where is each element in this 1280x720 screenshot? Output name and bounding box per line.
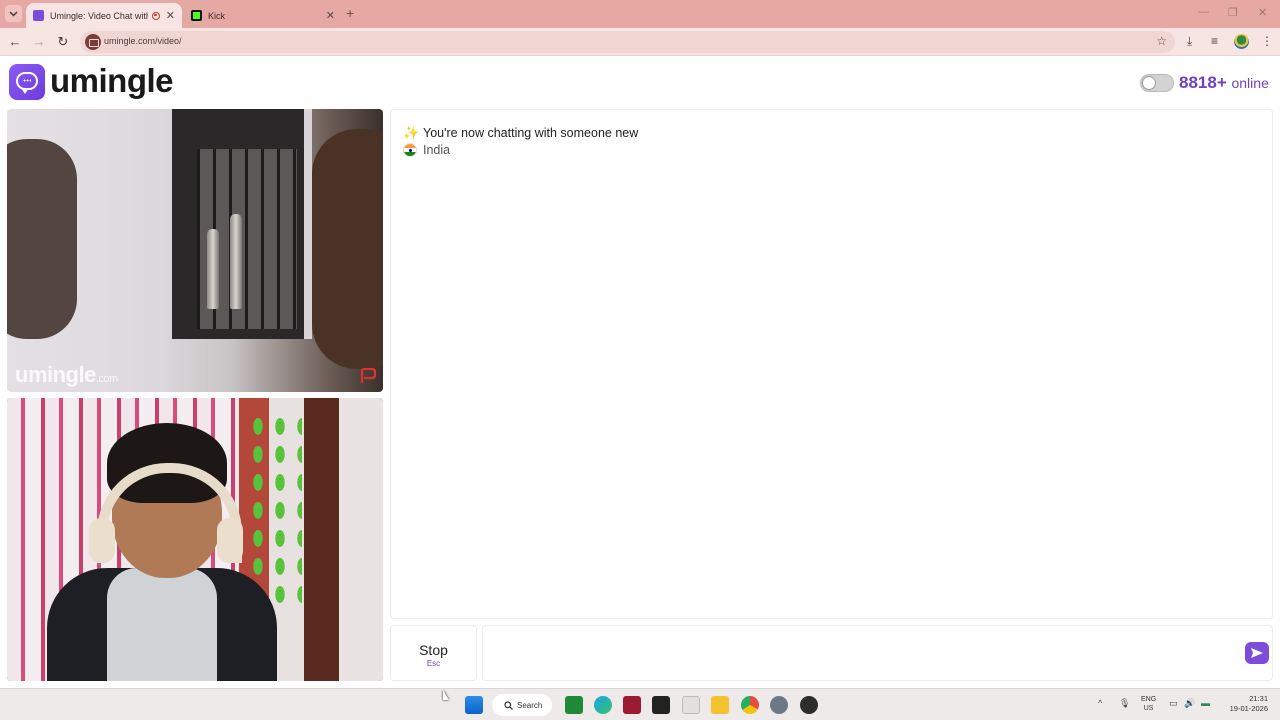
online-count-label: online [1231, 75, 1269, 91]
system-message-text: You're now chatting with someone new [423, 126, 639, 140]
language-indicator[interactable]: ENG US [1141, 695, 1156, 713]
notepad-icon[interactable] [682, 696, 700, 714]
os-taskbar: Search ^ 🎙 ENG US ▭ 🔊 ▬ 21:31 19-01-2026 [0, 688, 1280, 720]
send-button[interactable] [1245, 642, 1269, 664]
taskbar-search-label: Search [517, 700, 543, 710]
chat-log: ✨ You're now chatting with someone new I… [390, 109, 1273, 619]
tab-search-button[interactable] [5, 5, 22, 22]
chrome-icon[interactable] [741, 696, 759, 714]
new-tab-plus-icon[interactable]: + [346, 5, 354, 21]
stranger-video: umingle.com [7, 109, 383, 392]
recording-indicator-icon [151, 11, 160, 20]
browser-tabstrip: Umingle: Video Chat with S ✕ Kick ✕ + — … [0, 0, 1280, 28]
stranger-country-text: India [423, 143, 451, 157]
umingle-watermark: umingle.com [15, 362, 118, 387]
site-logo-text[interactable]: umingle [50, 62, 174, 100]
file-explorer-icon[interactable] [711, 696, 729, 714]
tab-umingle[interactable]: Umingle: Video Chat with S ✕ [26, 3, 182, 28]
stranger-country: India [403, 143, 450, 157]
tab-title: Kick [208, 10, 226, 21]
profile-avatar[interactable] [1234, 34, 1249, 49]
stop-button[interactable]: Stop Esc [390, 625, 477, 681]
volume-icon[interactable]: 🔊 [1184, 698, 1195, 709]
close-window-icon[interactable]: ✕ [1258, 6, 1267, 19]
mouse-cursor-icon [443, 690, 449, 700]
stop-shortcut-hint: Esc [426, 659, 441, 668]
site-info-icon[interactable] [85, 34, 101, 50]
chevron-down-icon [9, 10, 18, 17]
taskbar-search[interactable]: Search [492, 694, 552, 716]
media-controls-icon[interactable]: ≡ [1211, 34, 1218, 48]
search-icon [504, 700, 513, 710]
browser-toolbar: ← → ↻ umingle.com/video/ ☆ ⤓ ≡ ⋮ [0, 28, 1280, 56]
app-icon[interactable] [800, 696, 818, 714]
tab-title: Umingle: Video Chat with S [50, 10, 148, 21]
reload-icon[interactable]: ↻ [55, 34, 71, 50]
app-icon[interactable] [623, 696, 641, 714]
sparkle-icon: ✨ [403, 125, 420, 140]
edge-icon[interactable] [594, 696, 612, 714]
epic-games-icon[interactable] [652, 696, 670, 714]
close-tab-icon[interactable]: ✕ [166, 9, 175, 22]
download-icon[interactable]: ⤓ [1187, 34, 1192, 49]
microphone-icon[interactable]: 🎙 [1119, 698, 1130, 709]
bookmark-star-icon[interactable]: ☆ [1156, 34, 1167, 48]
kick-favicon-icon [191, 10, 202, 21]
taskbar-clock[interactable]: 21:31 19-01-2026 [1226, 694, 1268, 714]
back-arrow-icon[interactable]: ← [7, 34, 23, 50]
message-input[interactable] [482, 625, 1273, 681]
minimize-icon[interactable]: — [1198, 6, 1209, 18]
forward-arrow-icon[interactable]: → [31, 34, 47, 50]
umingle-logo-icon[interactable] [9, 64, 45, 100]
settings-gear-icon[interactable] [770, 696, 788, 714]
send-arrow-icon [1251, 648, 1263, 658]
india-flag-icon [403, 143, 417, 157]
battery-icon[interactable]: ▬ [1201, 698, 1210, 708]
close-tab-icon[interactable]: ✕ [326, 9, 335, 22]
self-video [7, 398, 383, 681]
network-icon[interactable]: ▭ [1169, 698, 1178, 709]
url-text: umingle.com/video/ [104, 36, 182, 46]
theme-toggle[interactable] [1140, 74, 1174, 92]
xbox-icon[interactable] [565, 696, 583, 714]
umingle-favicon-icon [33, 10, 44, 21]
stop-button-label: Stop [419, 642, 448, 658]
address-bar[interactable]: umingle.com/video/ ☆ [80, 31, 1175, 53]
online-count: 8818+ online [1179, 73, 1269, 93]
report-flag-icon[interactable] [359, 368, 377, 384]
system-message: ✨ You're now chatting with someone new [403, 125, 638, 141]
maximize-icon[interactable]: ❐ [1228, 6, 1238, 19]
windows-start-icon[interactable] [465, 696, 483, 714]
tab-kick[interactable]: Kick ✕ [184, 3, 342, 28]
online-count-number: 8818+ [1179, 73, 1227, 92]
menu-kebab-icon[interactable]: ⋮ [1261, 34, 1273, 48]
tray-chevron-up-icon[interactable]: ^ [1098, 698, 1102, 708]
